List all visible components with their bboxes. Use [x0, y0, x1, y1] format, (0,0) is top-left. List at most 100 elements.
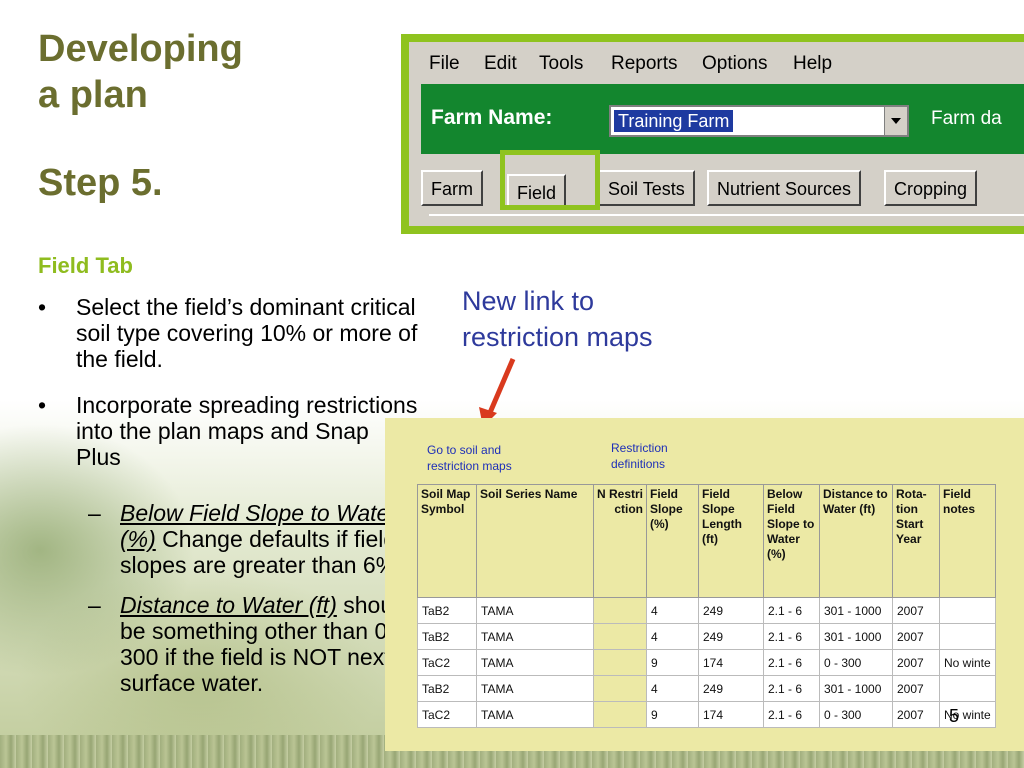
- column-header[interactable]: Field notes: [939, 484, 996, 598]
- column-header[interactable]: Soil Map Symbol: [417, 484, 477, 598]
- column-header[interactable]: Below Field Slope to Water (%): [763, 484, 820, 598]
- table-cell[interactable]: 249: [698, 675, 764, 702]
- tab-panel: [429, 214, 1024, 226]
- table-cell[interactable]: [939, 597, 996, 624]
- farm-name-value: Training Farm: [614, 110, 734, 132]
- table-cell[interactable]: [593, 623, 647, 650]
- table-cell[interactable]: 2007: [892, 623, 940, 650]
- bullet-text: Select the field’s dominant critical soi…: [76, 294, 418, 372]
- table-row[interactable]: TaC2 TAMA 9 174 2.1 - 6 0 - 300 2007 No …: [417, 649, 996, 676]
- callout-text: New link to restriction maps: [462, 286, 653, 352]
- table-cell[interactable]: 301 - 1000: [819, 675, 893, 702]
- table-cell[interactable]: TAMA: [476, 597, 594, 624]
- table-cell[interactable]: TaB2: [417, 597, 477, 624]
- table-cell[interactable]: 2.1 - 6: [763, 623, 820, 650]
- table-cell[interactable]: TaC2: [417, 649, 477, 676]
- column-header[interactable]: Rota- tion Start Year: [892, 484, 940, 598]
- section-heading: Field Tab: [38, 253, 133, 278]
- table-cell[interactable]: 2007: [892, 701, 940, 728]
- table-cell[interactable]: [939, 623, 996, 650]
- table-cell[interactable]: TAMA: [476, 675, 594, 702]
- table-cell[interactable]: [593, 701, 647, 728]
- tab-farm[interactable]: Farm: [421, 170, 483, 206]
- table-cell[interactable]: 2.1 - 6: [763, 701, 820, 728]
- table-cell[interactable]: 2.1 - 6: [763, 597, 820, 624]
- table-cell[interactable]: 9: [646, 701, 699, 728]
- table-cell[interactable]: 2007: [892, 597, 940, 624]
- row-header-stub: [385, 484, 417, 729]
- table-row[interactable]: TaC2 TAMA 9 174 2.1 - 6 0 - 300 2007 No …: [417, 701, 996, 728]
- table-cell[interactable]: No winte: [939, 649, 996, 676]
- title-line-1: Developing: [38, 28, 243, 70]
- tab-nutrient-sources[interactable]: Nutrient Sources: [707, 170, 862, 206]
- sub-bullet-dash: –: [88, 592, 101, 618]
- field-grid-screenshot: Go to soil and restriction maps Restrict…: [385, 418, 1024, 751]
- soil-maps-link[interactable]: Go to soil and restriction maps: [427, 442, 537, 474]
- bullet-dot: •: [38, 294, 47, 320]
- table-cell[interactable]: 249: [698, 623, 764, 650]
- table-row[interactable]: TaB2 TAMA 4 249 2.1 - 6 301 - 1000 2007: [417, 623, 996, 650]
- table-cell[interactable]: [939, 675, 996, 702]
- table-cell[interactable]: [593, 675, 647, 702]
- column-header[interactable]: Soil Series Name: [476, 484, 594, 598]
- slide-title: Developing a plan: [38, 26, 243, 118]
- chevron-down-icon[interactable]: [884, 107, 907, 135]
- table-cell[interactable]: 249: [698, 597, 764, 624]
- table-cell[interactable]: 4: [646, 675, 699, 702]
- tab-cropping[interactable]: Cropping: [884, 170, 978, 206]
- sub-bullet-dash: –: [88, 500, 101, 526]
- table-cell[interactable]: TaC2: [417, 701, 477, 728]
- table-header-row: Soil Map Symbol Soil Series Name N Restr…: [417, 484, 996, 598]
- menu-edit[interactable]: Edit: [484, 53, 517, 75]
- table-cell[interactable]: No winte: [939, 701, 996, 728]
- restriction-definitions-link[interactable]: Restriction definitions: [611, 440, 691, 472]
- column-header[interactable]: N Restri ction: [593, 484, 647, 598]
- bullet-dot: •: [38, 392, 47, 418]
- table-cell[interactable]: 174: [698, 649, 764, 676]
- table-cell[interactable]: 4: [646, 597, 699, 624]
- menu-file[interactable]: File: [429, 53, 460, 75]
- table-cell[interactable]: TAMA: [476, 623, 594, 650]
- bullet-text: Incorporate spreading restrictions into …: [76, 392, 418, 470]
- table-cell[interactable]: 301 - 1000: [819, 623, 893, 650]
- menu-bar: File Edit Tools Reports Options Help: [409, 42, 1024, 84]
- farm-name-label: Farm Name:: [431, 106, 553, 129]
- table-cell[interactable]: 2.1 - 6: [763, 649, 820, 676]
- field-tab-highlight: [500, 150, 600, 210]
- column-header[interactable]: Field Slope (%): [646, 484, 699, 598]
- bullet-list: • Select the field’s dominant critical s…: [38, 294, 418, 490]
- table-cell[interactable]: 2.1 - 6: [763, 675, 820, 702]
- sub-bullet-text: Change defaults if field slopes are grea…: [120, 526, 403, 578]
- table-cell[interactable]: 9: [646, 649, 699, 676]
- table-cell[interactable]: TaB2: [417, 623, 477, 650]
- sub-bullet-item: – Distance to Water (ft) should be somet…: [38, 592, 418, 696]
- table-cell[interactable]: 174: [698, 701, 764, 728]
- table-cell[interactable]: TAMA: [476, 649, 594, 676]
- tab-soil-tests[interactable]: Soil Tests: [598, 170, 695, 206]
- title-line-2: a plan: [38, 74, 148, 116]
- menu-reports[interactable]: Reports: [611, 53, 678, 75]
- table-row[interactable]: TaB2 TAMA 4 249 2.1 - 6 301 - 1000 2007: [417, 597, 996, 624]
- table-row[interactable]: TaB2 TAMA 4 249 2.1 - 6 301 - 1000 2007: [417, 675, 996, 702]
- table-cell[interactable]: 0 - 300: [819, 649, 893, 676]
- sub-bullet-emphasis: Distance to Water (ft): [120, 592, 337, 618]
- column-header[interactable]: Distance to Water (ft): [819, 484, 893, 598]
- table-cell[interactable]: TaB2: [417, 675, 477, 702]
- table-cell[interactable]: 301 - 1000: [819, 597, 893, 624]
- table-cell[interactable]: 2007: [892, 675, 940, 702]
- grid-links-row: Go to soil and restriction maps Restrict…: [385, 418, 1024, 484]
- farm-name-select[interactable]: Training Farm: [609, 105, 909, 137]
- menu-help[interactable]: Help: [793, 53, 832, 75]
- table-cell[interactable]: 4: [646, 623, 699, 650]
- sub-bullet-item: – Below Field Slope to Water (%) Change …: [38, 500, 418, 578]
- farm-date-label: Farm da: [931, 108, 1002, 129]
- table-cell[interactable]: 0 - 300: [819, 701, 893, 728]
- menu-tools[interactable]: Tools: [539, 53, 583, 75]
- table-cell[interactable]: [593, 597, 647, 624]
- table-cell[interactable]: 2007: [892, 649, 940, 676]
- menu-options[interactable]: Options: [702, 53, 767, 75]
- column-header[interactable]: Field Slope Length (ft): [698, 484, 764, 598]
- bullet-item: • Incorporate spreading restrictions int…: [38, 392, 418, 470]
- table-cell[interactable]: [593, 649, 647, 676]
- table-cell[interactable]: TAMA: [476, 701, 594, 728]
